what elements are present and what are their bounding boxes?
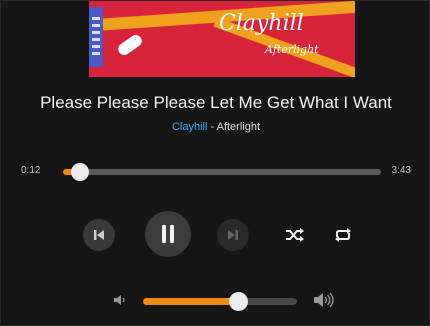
art-rocket xyxy=(115,32,145,58)
volume-high-icon xyxy=(314,292,334,308)
artist-link[interactable]: Clayhill xyxy=(172,121,207,133)
album-logo-subtext: Afterlight xyxy=(265,43,319,56)
progress-bar[interactable] xyxy=(63,163,381,181)
next-button[interactable] xyxy=(217,219,249,251)
album-name: Afterlight xyxy=(216,121,261,133)
repeat-icon xyxy=(335,228,351,242)
play-pause-button[interactable] xyxy=(145,211,191,257)
progress-handle[interactable] xyxy=(71,163,90,181)
total-duration: 3:43 xyxy=(391,165,411,176)
repeat-button[interactable] xyxy=(331,223,355,247)
track-title: Please Please Please Let Me Get What I W… xyxy=(40,93,392,112)
volume-low-icon xyxy=(114,295,125,305)
volume-handle[interactable] xyxy=(229,292,249,311)
art-building xyxy=(89,7,103,67)
album-logo: Clayhill xyxy=(219,11,304,36)
subtitle-separator: - xyxy=(207,121,217,133)
album-art: Clayhill Afterlight xyxy=(89,1,355,77)
skip-previous-icon xyxy=(94,230,104,240)
volume-slider[interactable] xyxy=(143,292,297,311)
skip-next-icon xyxy=(228,230,238,240)
shuffle-button[interactable] xyxy=(283,223,307,247)
previous-button[interactable] xyxy=(83,219,115,251)
elapsed-time: 0:12 xyxy=(21,165,41,176)
player-window: Clayhill Afterlight Please Please Please… xyxy=(0,0,430,326)
shuffle-icon xyxy=(286,228,304,242)
pause-icon xyxy=(162,225,174,243)
track-subtitle: Clayhill - Afterlight xyxy=(1,121,430,133)
volume-fill xyxy=(143,298,239,305)
